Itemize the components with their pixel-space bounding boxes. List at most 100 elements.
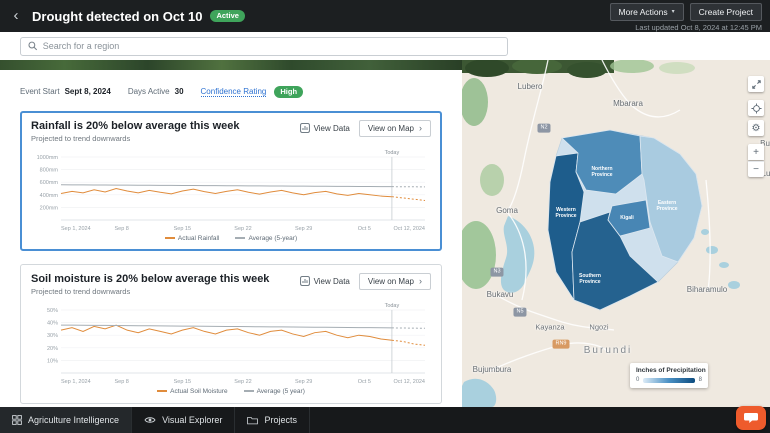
chevron-right-icon: › <box>419 124 422 133</box>
rainfall-view-on-map-button[interactable]: View on Map › <box>359 120 431 137</box>
more-actions-button[interactable]: More Actions ▾ <box>610 3 684 21</box>
page-title: Drought detected on Oct 10 <box>32 9 202 24</box>
svg-text:1000mm: 1000mm <box>37 155 59 161</box>
svg-text:Sep 15: Sep 15 <box>174 379 191 385</box>
last-updated-text: Last updated Oct 8, 2024 at 12:45 PM <box>635 23 762 32</box>
rainfall-chart-legend: Actual Rainfall Average (5-year) <box>31 235 431 242</box>
tab-projects[interactable]: Projects <box>235 407 310 433</box>
rainfall-card-subtitle: Projected to trend downwards <box>31 134 300 143</box>
rainfall-view-data-button[interactable]: View Data <box>300 123 350 133</box>
svg-text:Oct 12, 2024: Oct 12, 2024 <box>394 379 426 385</box>
soil-card-subtitle: Projected to trend downwards <box>31 287 300 296</box>
map-canvas <box>462 60 770 407</box>
legend-item: Average (5 year) <box>244 388 305 395</box>
days-active-value: 30 <box>175 87 184 96</box>
eye-icon <box>144 416 156 424</box>
svg-text:Sep 29: Sep 29 <box>295 379 312 385</box>
chat-bubble-icon <box>743 412 759 424</box>
map-settings-button[interactable]: ⚙ <box>748 120 764 136</box>
soil-moisture-chart: 10%20%30%40%50%Sep 1, 2024Sep 8Sep 15Sep… <box>31 301 433 387</box>
soil-view-data-button[interactable]: View Data <box>300 276 350 286</box>
days-active-label: Days Active <box>128 87 170 96</box>
precipitation-legend: Inches of Precipitation 0 8 <box>630 363 708 388</box>
svg-text:200mm: 200mm <box>40 205 59 211</box>
chat-widget-button[interactable] <box>736 406 766 430</box>
event-detail-panel: Event Start Sept 8, 2024 Days Active 30 … <box>0 70 462 407</box>
soil-moisture-card[interactable]: Soil moisture is 20% below average this … <box>20 264 442 404</box>
svg-text:Sep 8: Sep 8 <box>114 226 128 232</box>
map-zoom-out-button[interactable]: − <box>748 161 764 177</box>
rainfall-chart: 200mm400mm600mm800mm1000mmSep 1, 2024Sep… <box>31 148 433 234</box>
minus-icon: − <box>753 164 759 175</box>
tab-label: Visual Explorer <box>162 415 222 425</box>
legend-item: Actual Soil Moisture <box>157 388 227 395</box>
search-box[interactable] <box>20 37 508 56</box>
svg-text:Sep 29: Sep 29 <box>295 226 312 232</box>
search-icon <box>28 41 38 51</box>
svg-text:Today: Today <box>385 150 400 156</box>
caret-down-icon: ▾ <box>672 8 675 15</box>
chart-icon <box>300 123 310 133</box>
view-on-map-label: View on Map <box>368 277 414 286</box>
soil-chart-legend: Actual Soil Moisture Average (5 year) <box>31 388 431 395</box>
event-meta-row: Event Start Sept 8, 2024 Days Active 30 … <box>20 86 442 98</box>
svg-text:Sep 1, 2024: Sep 1, 2024 <box>61 226 91 232</box>
svg-text:50%: 50% <box>47 308 58 314</box>
legend-max: 8 <box>699 377 702 383</box>
tab-label: Agriculture Intelligence <box>28 415 119 425</box>
svg-text:Oct 5: Oct 5 <box>358 226 371 232</box>
svg-text:400mm: 400mm <box>40 192 59 198</box>
tab-label: Projects <box>264 415 297 425</box>
tab-agriculture-intelligence[interactable]: Agriculture Intelligence <box>0 407 132 433</box>
soil-card-title: Soil moisture is 20% below average this … <box>31 273 300 285</box>
precipitation-legend-title: Inches of Precipitation <box>636 367 702 374</box>
back-button[interactable]: ‹ <box>8 9 24 23</box>
map[interactable]: LuberoMbararaN2GomaN3BukavuN5KayanzaNgoz… <box>462 60 770 407</box>
map-zoom-in-button[interactable]: + <box>748 144 764 160</box>
legend-min: 0 <box>636 377 639 383</box>
tab-visual-explorer[interactable]: Visual Explorer <box>132 407 235 433</box>
view-data-label: View Data <box>314 124 350 133</box>
svg-text:Sep 8: Sep 8 <box>114 379 128 385</box>
plus-icon: + <box>753 147 759 158</box>
map-locate-button[interactable] <box>748 100 764 116</box>
svg-text:40%: 40% <box>47 320 58 326</box>
event-start-value: Sept 8, 2024 <box>65 87 111 96</box>
confidence-rating-badge: High <box>274 86 303 98</box>
header-bar: ‹ Drought detected on Oct 10 Active More… <box>0 0 770 32</box>
chart-icon <box>300 276 310 286</box>
more-actions-label: More Actions <box>619 7 668 17</box>
map-expand-button[interactable] <box>748 76 764 92</box>
folder-icon <box>247 416 258 425</box>
create-project-button[interactable]: Create Project <box>690 3 762 21</box>
svg-text:Oct 5: Oct 5 <box>358 379 371 385</box>
svg-text:Today: Today <box>385 303 400 309</box>
svg-text:10%: 10% <box>47 358 58 364</box>
event-start-label: Event Start <box>20 87 60 96</box>
legend-item: Average (5-year) <box>235 235 297 242</box>
soil-view-on-map-button[interactable]: View on Map › <box>359 273 431 290</box>
footer-bar: Agriculture Intelligence Visual Explorer… <box>0 407 770 433</box>
status-badge: Active <box>210 10 245 22</box>
app-window: ‹ Drought detected on Oct 10 Active More… <box>0 0 770 433</box>
svg-text:20%: 20% <box>47 345 58 351</box>
svg-text:Sep 22: Sep 22 <box>234 379 251 385</box>
svg-text:Sep 22: Sep 22 <box>234 226 251 232</box>
rainfall-card-title: Rainfall is 20% below average this week <box>31 120 300 132</box>
confidence-rating-label[interactable]: Confidence Rating <box>201 87 267 97</box>
svg-text:Sep 15: Sep 15 <box>174 226 191 232</box>
expand-icon <box>751 79 762 90</box>
legend-item: Actual Rainfall <box>165 235 220 242</box>
svg-text:600mm: 600mm <box>40 180 59 186</box>
header-right: More Actions ▾ Create Project Last updat… <box>610 1 763 32</box>
svg-text:Oct 12, 2024: Oct 12, 2024 <box>394 226 426 232</box>
gear-icon: ⚙ <box>752 123 761 134</box>
create-project-label: Create Project <box>699 7 753 17</box>
chevron-right-icon: › <box>419 277 422 286</box>
locate-icon <box>751 103 762 114</box>
search-row <box>0 32 770 60</box>
grid-icon <box>12 415 22 425</box>
search-input[interactable] <box>43 41 500 51</box>
rainfall-card[interactable]: Rainfall is 20% below average this week … <box>20 111 442 251</box>
satellite-strip <box>0 60 462 70</box>
